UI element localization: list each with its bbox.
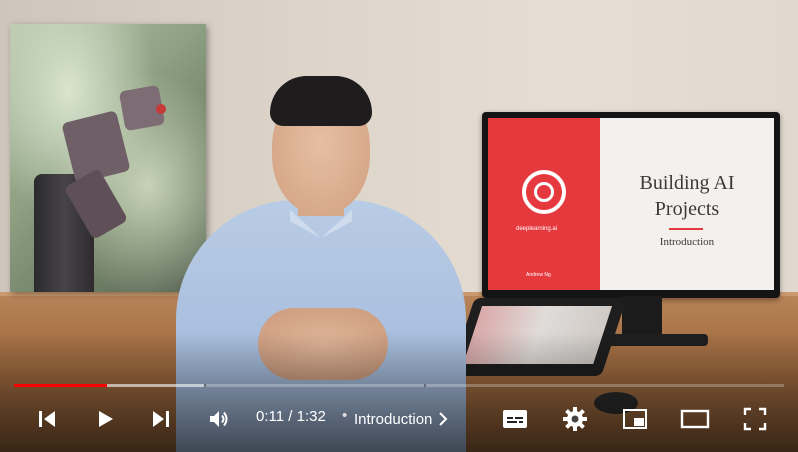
chapter-bullet: •	[342, 407, 348, 424]
play-icon	[94, 408, 116, 430]
progress-bar[interactable]	[14, 384, 784, 387]
presenter-hair	[270, 76, 372, 126]
theater-mode-icon	[680, 408, 710, 430]
subtitles-icon	[502, 408, 528, 430]
theater-mode-button[interactable]	[672, 396, 718, 442]
chevron-right-icon	[438, 412, 448, 426]
monitor-slide: deeplearning.ai Andrew Ng Building AI Pr…	[488, 118, 774, 290]
next-icon	[150, 408, 172, 430]
previous-icon	[36, 408, 58, 430]
previous-button[interactable]	[24, 396, 70, 442]
subtitles-button[interactable]	[492, 396, 538, 442]
volume-icon	[207, 407, 231, 431]
fullscreen-button[interactable]	[732, 396, 778, 442]
chapter-title: Introduction	[354, 410, 433, 428]
slide-divider	[669, 228, 703, 230]
settings-button[interactable]	[552, 396, 598, 442]
fullscreen-icon	[743, 407, 767, 431]
slide-title: Building AI Projects	[639, 172, 735, 220]
miniplayer-icon	[622, 408, 648, 430]
chapter-marker	[424, 384, 427, 387]
slide-credit: Andrew Ng	[526, 272, 551, 278]
chapter-button[interactable]: Introduction	[354, 396, 448, 442]
next-button[interactable]	[138, 396, 184, 442]
robot-painting	[10, 24, 206, 292]
video-player[interactable]: deeplearning.ai Andrew Ng Building AI Pr…	[0, 0, 798, 452]
background-monitor: deeplearning.ai Andrew Ng Building AI Pr…	[482, 112, 780, 298]
slide-brand: deeplearning.ai	[516, 226, 558, 232]
miniplayer-button[interactable]	[612, 396, 658, 442]
settings-gear-icon	[562, 406, 588, 432]
time-separator: /	[284, 408, 297, 425]
chapter-marker	[204, 384, 207, 387]
painting-robot-antenna	[156, 104, 166, 114]
deeplearning-logo	[522, 170, 566, 214]
play-button[interactable]	[82, 396, 128, 442]
monitor-stand	[622, 296, 662, 336]
mute-button[interactable]	[196, 396, 242, 442]
duration: 1:32	[296, 408, 326, 425]
slide-subtitle: Introduction	[659, 236, 715, 248]
current-time: 0:11	[256, 408, 285, 425]
progress-played	[14, 384, 108, 387]
player-controls: 0:11 / 1:32 • Introduction	[0, 396, 798, 442]
time-display: 0:11 / 1:32	[256, 408, 326, 425]
